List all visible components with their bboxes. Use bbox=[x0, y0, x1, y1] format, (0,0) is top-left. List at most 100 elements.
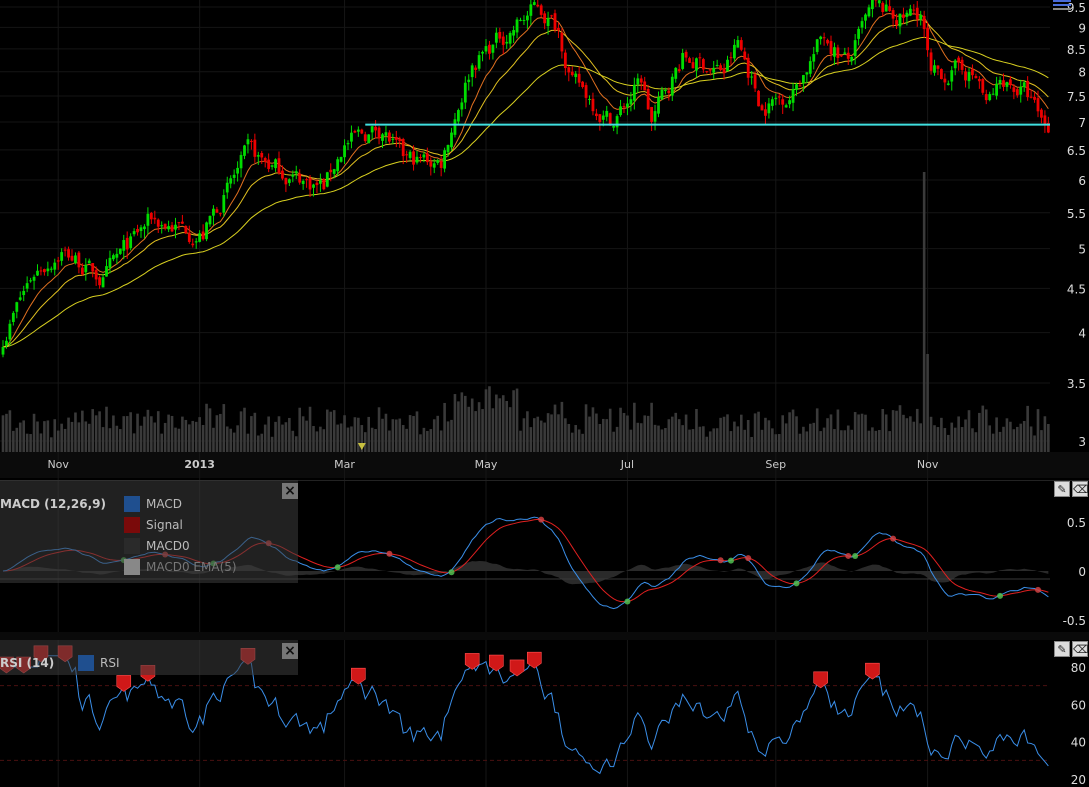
volume-bar bbox=[612, 431, 615, 452]
volume-bar bbox=[474, 411, 477, 452]
candle-body bbox=[698, 57, 702, 59]
volume-bar bbox=[871, 427, 874, 452]
candle-body bbox=[736, 40, 740, 48]
candle-body bbox=[822, 37, 826, 39]
volume-bar bbox=[995, 417, 998, 452]
candle-body bbox=[757, 90, 760, 107]
candle-body bbox=[812, 54, 816, 62]
candle-body bbox=[677, 69, 681, 72]
volume-bar bbox=[22, 420, 25, 452]
volume-bar bbox=[726, 414, 729, 452]
volume-bar bbox=[984, 409, 988, 452]
candle-body bbox=[32, 276, 36, 281]
volume-bar bbox=[322, 429, 326, 452]
candle-body bbox=[967, 72, 971, 82]
volume-bar bbox=[874, 430, 878, 452]
candle-body bbox=[784, 105, 788, 108]
candle-body bbox=[546, 17, 550, 27]
volume-bar bbox=[650, 402, 653, 452]
candle-body bbox=[626, 103, 629, 108]
macd-pencil-icon[interactable]: ✎ bbox=[1054, 481, 1070, 497]
candle-body bbox=[46, 268, 50, 272]
volume-bar bbox=[391, 419, 395, 452]
candle-body bbox=[850, 56, 854, 62]
volume-bar bbox=[529, 427, 533, 452]
volume-bar bbox=[802, 426, 805, 452]
volume-bar bbox=[43, 421, 46, 452]
candle-body bbox=[446, 144, 450, 153]
candle-body bbox=[298, 173, 302, 183]
candle-body bbox=[543, 13, 547, 24]
volume-bar bbox=[878, 430, 881, 452]
volume-bar bbox=[415, 411, 419, 452]
volume-bar bbox=[591, 407, 595, 452]
candle-body bbox=[815, 39, 819, 52]
candle-body bbox=[139, 227, 143, 231]
volume-bar bbox=[850, 429, 853, 452]
candle-body bbox=[560, 32, 564, 52]
volume-bar bbox=[836, 409, 840, 452]
macd-eraser-icon[interactable]: ⌫ bbox=[1072, 481, 1089, 497]
chart-menu-icon[interactable] bbox=[1053, 0, 1071, 13]
volume-bar bbox=[370, 427, 374, 452]
candle-body bbox=[781, 99, 785, 105]
candle-body bbox=[1022, 82, 1026, 88]
volume-bar bbox=[205, 403, 208, 452]
crossover-dot bbox=[334, 564, 341, 571]
candle-body bbox=[422, 154, 426, 158]
volume-bar bbox=[25, 433, 29, 452]
candle-body bbox=[764, 109, 767, 116]
candle-body bbox=[833, 47, 836, 57]
crossover-dot bbox=[624, 598, 631, 605]
rsi-pencil-icon[interactable]: ✎ bbox=[1054, 641, 1070, 657]
candle-body bbox=[491, 44, 495, 53]
candle-body bbox=[826, 39, 829, 44]
candle-body bbox=[864, 14, 867, 21]
macd-close-button[interactable]: × bbox=[282, 483, 298, 499]
candle-body bbox=[981, 79, 985, 93]
candle-body bbox=[377, 127, 381, 139]
candle-body bbox=[122, 240, 126, 251]
candle-body bbox=[1015, 89, 1019, 96]
volume-bar bbox=[784, 423, 788, 452]
volume-bar bbox=[815, 408, 819, 452]
volume-bar bbox=[681, 425, 684, 452]
crossover-dot bbox=[386, 550, 393, 557]
volume-bar bbox=[312, 425, 315, 452]
candle-body bbox=[401, 139, 405, 157]
rsi-tick-label: 40 bbox=[1071, 736, 1086, 750]
volume-bar bbox=[677, 419, 681, 452]
overbought-marker bbox=[116, 675, 132, 692]
volume-bar bbox=[991, 433, 995, 452]
volume-bar bbox=[446, 421, 450, 452]
volume-bar bbox=[1026, 405, 1029, 452]
candle-body bbox=[971, 69, 974, 76]
volume-bar bbox=[615, 426, 619, 452]
candle-body bbox=[953, 60, 957, 69]
month-label: 2013 bbox=[184, 458, 215, 471]
candle-body bbox=[167, 226, 170, 230]
candle-body bbox=[101, 277, 105, 288]
candle-body bbox=[129, 236, 133, 248]
price-tick-label: 5.5 bbox=[1067, 207, 1086, 221]
candle-body bbox=[322, 179, 326, 190]
candle-body bbox=[94, 270, 98, 280]
volume-bar bbox=[826, 418, 829, 452]
rsi-eraser-icon[interactable]: ⌫ bbox=[1072, 641, 1089, 657]
volume-bar bbox=[429, 429, 433, 452]
volume-bar bbox=[598, 424, 602, 452]
candle-body bbox=[1036, 98, 1040, 112]
candle-body bbox=[87, 260, 91, 264]
candle-body bbox=[929, 52, 933, 71]
volume-bar bbox=[822, 427, 826, 452]
candle-body bbox=[595, 113, 598, 117]
volume-bar bbox=[432, 419, 436, 452]
candle-body bbox=[22, 290, 26, 296]
volume-bar bbox=[163, 422, 167, 452]
volume-bar bbox=[947, 434, 950, 452]
candle-body bbox=[329, 169, 333, 173]
rsi-close-button[interactable]: × bbox=[282, 643, 298, 659]
candle-body bbox=[325, 172, 329, 187]
volume-bar bbox=[250, 416, 253, 452]
candle-body bbox=[619, 106, 622, 116]
